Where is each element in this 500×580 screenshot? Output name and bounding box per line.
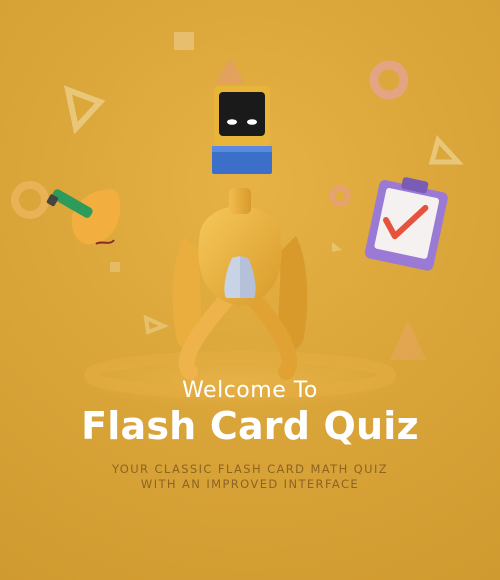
triangle-icon — [215, 58, 245, 84]
welcome-heading: Welcome To — [182, 378, 318, 403]
clipboard-check-icon — [364, 177, 448, 271]
pencil-hand-icon — [46, 189, 121, 245]
subtitle-line-2: WITH AN IMPROVED INTERFACE — [140, 477, 360, 491]
square-icon — [110, 262, 120, 272]
page-title: Flash Card Quiz — [81, 404, 419, 448]
ring-icon — [11, 181, 49, 219]
subtitle-line-1: YOUR CLASSIC FLASH CARD MATH QUIZ — [111, 462, 389, 476]
triangle-icon — [428, 134, 464, 165]
ring-icon — [329, 185, 351, 207]
ring-icon — [369, 60, 409, 100]
triangle-icon — [332, 242, 342, 252]
triangle-icon — [390, 320, 426, 360]
subtitle: YOUR CLASSIC FLASH CARD MATH QUIZ WITH A… — [0, 462, 500, 492]
triangle-icon — [143, 314, 170, 335]
triangle-icon — [63, 85, 106, 135]
robot-icon — [172, 86, 308, 380]
square-icon — [174, 32, 194, 50]
hero-illustration — [11, 32, 464, 408]
